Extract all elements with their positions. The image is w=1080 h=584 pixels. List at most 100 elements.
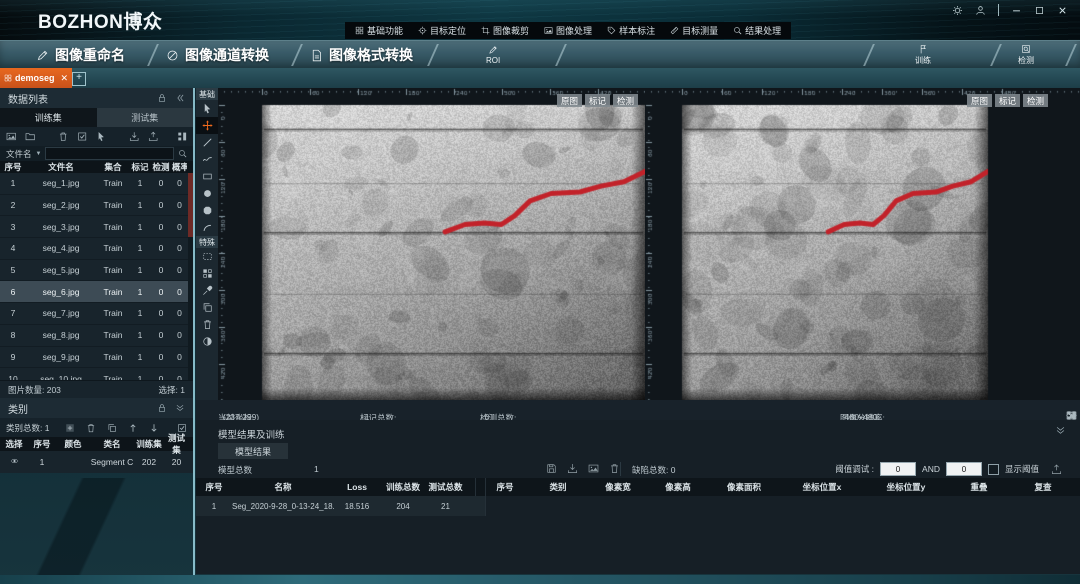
tool-pattern[interactable] — [196, 265, 218, 282]
model-row[interactable]: 1Seg_2020-9-28_0-13-24_18.5118.51620421 — [196, 496, 485, 516]
model-image-icon[interactable] — [588, 463, 599, 474]
open-folder-icon[interactable] — [25, 131, 35, 142]
view-original-button[interactable]: 原图 — [557, 94, 582, 107]
tool-trash[interactable] — [196, 316, 218, 333]
add-class-icon[interactable] — [65, 423, 75, 433]
model-col-header: 测试总数 — [426, 481, 465, 493]
close-button[interactable] — [1057, 5, 1068, 16]
close-tab-icon[interactable]: ✕ — [60, 73, 68, 84]
tool-cursor[interactable] — [196, 100, 218, 117]
pattern-icon — [202, 268, 213, 279]
file-row[interactable]: 10seg_10.jpgTrain100 — [0, 368, 193, 380]
copy-class-icon[interactable] — [107, 423, 117, 433]
move-up-icon[interactable] — [128, 423, 138, 433]
export-result-icon[interactable] — [1051, 464, 1062, 475]
view-detect-button[interactable]: 检测 — [1023, 94, 1048, 107]
detect-button[interactable]: 检测 — [1018, 43, 1034, 67]
file-row[interactable]: 2seg_2.jpgTrain100 — [0, 195, 193, 217]
rename-image-button[interactable]: 图像重命名 — [36, 41, 125, 69]
visibility-icon[interactable] — [9, 457, 20, 465]
image-viewer-original[interactable] — [218, 88, 645, 400]
file-col-header: 序号 — [0, 161, 26, 173]
maximize-button[interactable] — [1034, 5, 1045, 16]
sidebar-splitter[interactable] — [193, 88, 195, 584]
save-model-icon[interactable] — [546, 463, 557, 474]
file-row[interactable]: 5seg_5.jpgTrain100 — [0, 260, 193, 282]
menu-item-search[interactable]: 结果处理 — [733, 24, 781, 37]
format-convert-button[interactable]: 图像格式转换 — [310, 41, 413, 69]
collapse-panel-icon[interactable] — [1055, 425, 1066, 436]
file-row[interactable]: 6seg_6.jpgTrain100 — [0, 281, 193, 303]
tool-rect[interactable] — [196, 168, 218, 185]
user-icon[interactable] — [975, 5, 986, 16]
tab-model-result[interactable]: 模型结果 — [218, 443, 288, 459]
train-button[interactable]: 训练 — [915, 43, 931, 67]
tool-dropper[interactable] — [196, 282, 218, 299]
tab-train-set[interactable]: 训练集 — [0, 108, 97, 127]
channel-convert-button[interactable]: 图像通道转换 — [166, 41, 269, 69]
collapse-panel-icon[interactable] — [175, 403, 185, 413]
tool-marquee[interactable] — [196, 248, 218, 265]
file-row[interactable]: 8seg_8.jpgTrain100 — [0, 325, 193, 347]
chevron-down-icon[interactable]: ▼ — [36, 151, 42, 157]
collapse-panel-icon[interactable] — [175, 93, 185, 103]
settings-icon[interactable] — [952, 5, 963, 16]
tool-arc[interactable] — [196, 219, 218, 236]
tool-octagon[interactable] — [196, 202, 218, 219]
image-workspace: 基础 特殊 原图标记检测 原图标记检测 — [196, 88, 1080, 400]
view-mark-button[interactable]: 标记 — [585, 94, 610, 107]
search-icon[interactable] — [178, 149, 187, 158]
minimize-button[interactable] — [1011, 5, 1022, 16]
delete-model-icon[interactable] — [609, 463, 620, 474]
tab-demoseg[interactable]: demoseg ✕ — [0, 68, 72, 88]
tool-line[interactable] — [196, 134, 218, 151]
threshold-input-2[interactable] — [946, 462, 982, 476]
file-row[interactable]: 3seg_3.jpgTrain100 — [0, 216, 193, 238]
tool-wave[interactable] — [196, 151, 218, 168]
file-table-body: 1seg_1.jpgTrain1002seg_2.jpgTrain1003seg… — [0, 173, 193, 380]
file-row[interactable]: 4seg_4.jpgTrain100 — [0, 238, 193, 260]
view-detect-button[interactable]: 检测 — [613, 94, 638, 107]
threshold-input-1[interactable] — [880, 462, 916, 476]
file-cell: 0 — [150, 287, 172, 297]
move-down-icon[interactable] — [149, 423, 159, 433]
tab-test-set[interactable]: 测试集 — [97, 108, 194, 127]
delete-icon[interactable] — [58, 131, 68, 142]
tool-copy[interactable] — [196, 299, 218, 316]
export-icon[interactable] — [148, 131, 158, 142]
tool-move[interactable] — [196, 117, 218, 134]
menu-item-image[interactable]: 图像处理 — [544, 24, 592, 37]
filter-field-label[interactable]: 文件名 — [6, 148, 32, 160]
file-row[interactable]: 7seg_7.jpgTrain100 — [0, 303, 193, 325]
import-model-icon[interactable] — [567, 463, 578, 474]
view-original-button[interactable]: 原图 — [967, 94, 992, 107]
file-row[interactable]: 1seg_1.jpgTrain100 — [0, 173, 193, 195]
defect-total: 缺陷总数: 0 — [632, 464, 675, 476]
image-viewer-result[interactable] — [645, 88, 1080, 400]
mark-icon[interactable] — [96, 131, 106, 142]
lock-icon[interactable] — [157, 93, 167, 103]
menu-item-grid[interactable]: 基础功能 — [355, 24, 403, 37]
file-cell: 5 — [0, 265, 26, 275]
import-icon[interactable] — [129, 131, 139, 142]
menu-item-measure[interactable]: 目标测量 — [670, 24, 718, 37]
view-mark-button[interactable]: 标记 — [995, 94, 1020, 107]
select-all-icon[interactable] — [77, 131, 87, 142]
delete-class-icon[interactable] — [86, 423, 96, 433]
add-tab-button[interactable]: + — [72, 72, 86, 86]
menu-item-crop[interactable]: 图像裁剪 — [481, 24, 529, 37]
search-input[interactable] — [45, 147, 174, 160]
roi-button[interactable]: ROI — [486, 43, 500, 67]
show-defect-checkbox[interactable] — [988, 464, 999, 475]
add-image-icon[interactable] — [6, 131, 16, 142]
tool-contrast[interactable] — [196, 333, 218, 350]
confirm-icon[interactable] — [177, 423, 187, 433]
tool-circle[interactable] — [196, 185, 218, 202]
lock-icon[interactable] — [157, 403, 167, 413]
menu-item-target[interactable]: 目标定位 — [418, 24, 466, 37]
view-mode-icon[interactable] — [177, 131, 187, 142]
file-row[interactable]: 9seg_9.jpgTrain100 — [0, 347, 193, 369]
wave-icon — [202, 154, 213, 165]
menu-item-tag[interactable]: 样本标注 — [607, 24, 655, 37]
marquee-icon — [202, 251, 213, 262]
